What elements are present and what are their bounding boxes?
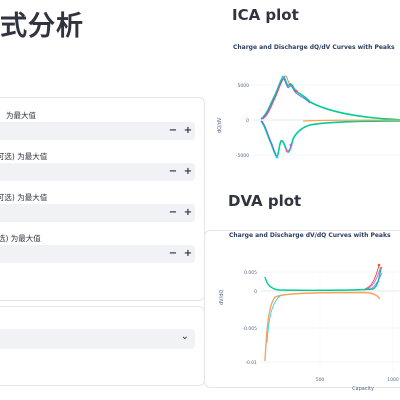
decrement-button[interactable]: − bbox=[166, 204, 180, 222]
increment-button[interactable]: + bbox=[181, 122, 195, 140]
ica-ytick: -5000 bbox=[236, 153, 249, 159]
dva-xlabel: Capacity bbox=[352, 386, 374, 392]
field-label-4: 选) 为最大值 bbox=[0, 234, 41, 243]
select-dropdown[interactable]: ⌄ bbox=[0, 329, 195, 349]
decrement-button[interactable]: − bbox=[166, 163, 180, 181]
dva-ytick: -0.01 bbox=[245, 360, 257, 366]
page-title: 式分析 bbox=[0, 11, 84, 42]
dva-xtick: 500 bbox=[316, 377, 325, 383]
dva-ytick: -0.005 bbox=[242, 326, 257, 332]
increment-button[interactable]: + bbox=[181, 245, 195, 263]
dva-chart-title: Charge and Discharge dV/dQ Curves with P… bbox=[229, 232, 391, 239]
number-input-3[interactable]: − + bbox=[0, 204, 195, 222]
field-label-2: (可选) 为最大值 bbox=[0, 152, 48, 161]
increment-button[interactable]: + bbox=[181, 204, 195, 222]
increment-button[interactable]: + bbox=[181, 163, 195, 181]
dva-chart[interactable]: dV/dQ 0.005 0 -0.005 -0.01 500 1000 Capa… bbox=[215, 243, 400, 393]
field-label-3: (可选) 为最大值 bbox=[0, 193, 48, 202]
dva-ytick: 0 bbox=[254, 289, 257, 295]
number-input-1[interactable]: − + bbox=[0, 122, 195, 140]
decrement-button[interactable]: − bbox=[166, 245, 180, 263]
dva-heading: DVA plot bbox=[228, 192, 302, 210]
dva-charge-series bbox=[264, 264, 383, 291]
ica-discharge-series bbox=[260, 119, 400, 159]
chevron-down-icon[interactable]: ⌄ bbox=[181, 331, 189, 342]
dva-ylabel: dV/dQ bbox=[219, 290, 225, 305]
dva-discharge-series bbox=[264, 291, 381, 362]
dva-xtick: 1000 bbox=[387, 377, 399, 383]
ica-ytick: 0 bbox=[246, 118, 249, 124]
ica-charge-series bbox=[260, 75, 400, 121]
ica-chart-title: Charge and Discharge dQ/dV Curves with P… bbox=[233, 44, 395, 51]
decrement-button[interactable]: − bbox=[166, 122, 180, 140]
number-input-2[interactable]: − + bbox=[0, 163, 195, 181]
ica-chart[interactable]: dQ/dV 5000 0 -5000 bbox=[215, 55, 400, 175]
ica-ytick: 5000 bbox=[238, 83, 250, 89]
number-input-4[interactable]: − + bbox=[0, 245, 195, 263]
dva-ytick: 0.005 bbox=[244, 270, 257, 276]
ica-heading: ICA plot bbox=[232, 6, 299, 24]
field-label-1: 为最大值 bbox=[6, 111, 36, 120]
ica-ylabel: dQ/dV bbox=[217, 117, 223, 133]
